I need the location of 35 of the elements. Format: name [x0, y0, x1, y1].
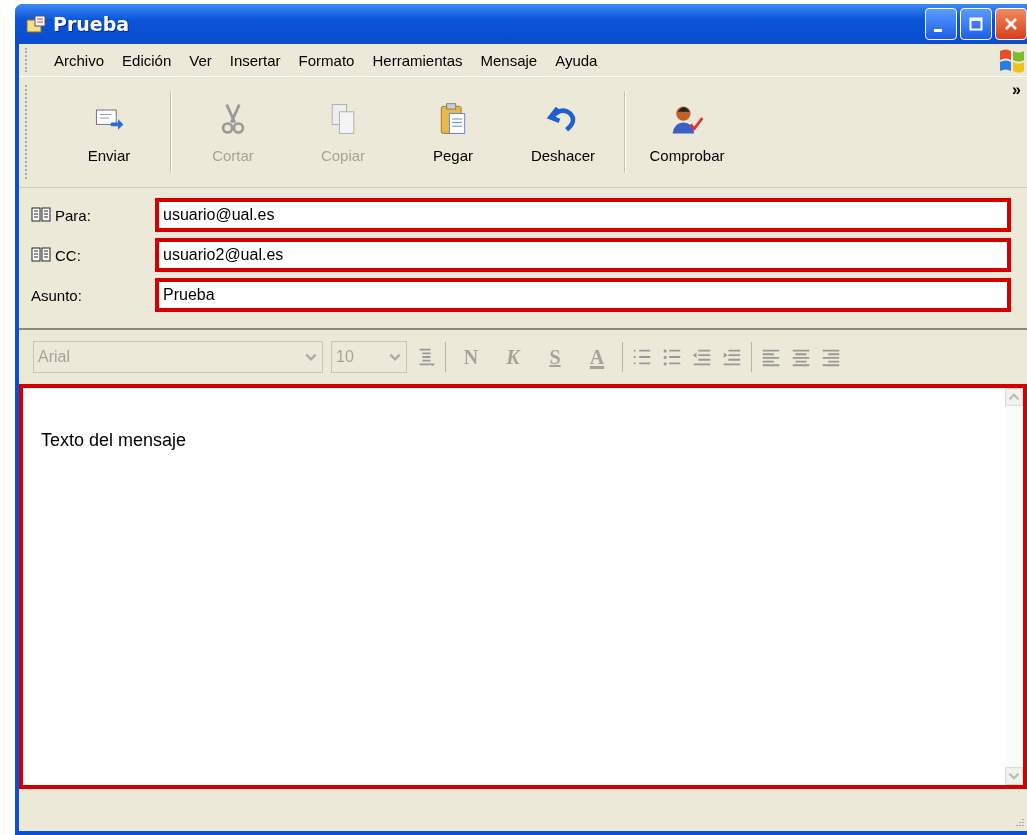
resize-grip-icon[interactable] [1013, 817, 1025, 829]
input-field[interactable]: usuario@ual.es [155, 198, 1011, 232]
menu-item[interactable]: Archivo [46, 48, 113, 72]
message-text: Texto del mensaje [40, 429, 188, 452]
scrollbar[interactable] [1005, 388, 1023, 785]
menu-item[interactable]: Edición [114, 48, 180, 72]
menu-item[interactable]: Formato [290, 48, 363, 72]
close-button[interactable] [995, 8, 1027, 40]
window-title: Prueba [53, 13, 130, 35]
maximize-button[interactable] [960, 8, 992, 40]
address-book-icon [31, 207, 51, 223]
toolbar-button[interactable]: Pegar [398, 77, 508, 187]
field-label: Para: [55, 206, 91, 224]
close-icon [1004, 17, 1018, 31]
field-label: Asunto: [31, 286, 82, 304]
menu-item[interactable]: Herramientas [364, 48, 471, 72]
more-button[interactable]: » [1008, 81, 1025, 99]
scroll-down-icon[interactable] [1005, 767, 1023, 785]
menu-item[interactable]: Mensaje [472, 48, 546, 72]
minimize-button[interactable] [925, 8, 957, 40]
input-field[interactable]: usuario2@ual.es [155, 238, 1011, 272]
menu-item[interactable]: Ayuda [547, 48, 606, 72]
toolbar-button[interactable]: Comprobar [632, 77, 742, 187]
address-book-icon [31, 247, 51, 263]
message-body[interactable]: Texto del mensaje [19, 384, 1027, 789]
menu-item[interactable]: Ver [181, 48, 220, 72]
minimize-icon [934, 28, 942, 32]
input-field[interactable]: Prueba [155, 278, 1011, 312]
scroll-up-icon[interactable] [1005, 388, 1023, 406]
maximize-icon [969, 17, 983, 31]
field-label: CC: [55, 246, 81, 264]
toolbar-button[interactable]: Deshacer [508, 77, 618, 187]
menu-item[interactable]: Insertar [221, 48, 289, 72]
envelope-icon [25, 13, 47, 35]
toolbar-button[interactable]: Enviar [54, 77, 164, 187]
